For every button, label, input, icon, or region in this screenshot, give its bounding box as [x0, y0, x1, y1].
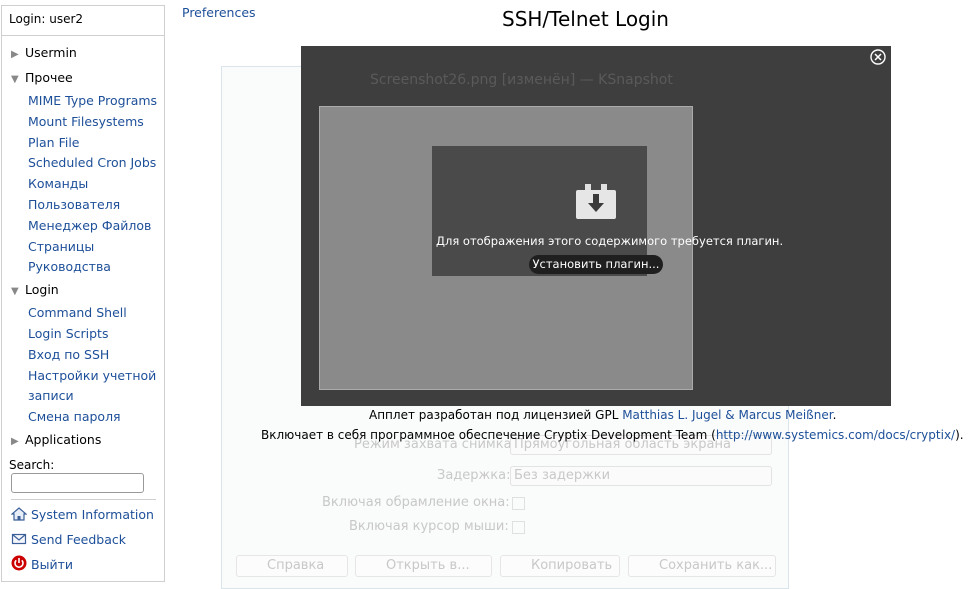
ghost-include-cursor-label: Включая курсор мыши: — [349, 519, 509, 534]
sidebar-item-commands[interactable]: Команды — [28, 174, 88, 195]
sidebar-item-plan-file[interactable]: Plan File — [28, 133, 79, 154]
page-title: SSH/Telnet Login — [502, 7, 669, 31]
link-label: System Information — [31, 507, 154, 522]
sidebar-item-mime-type-programs[interactable]: MIME Type Programs — [28, 91, 157, 112]
triangle-right-icon: ▶ — [11, 436, 19, 447]
sidebar-item-file-manager[interactable]: Менеджер Файлов — [28, 216, 151, 237]
sidebar-item-pages[interactable]: Страницы — [28, 237, 94, 258]
category-label: Applications — [25, 432, 102, 447]
close-circle-icon[interactable] — [870, 49, 886, 65]
triangle-right-icon: ▶ — [11, 49, 19, 60]
category-applications[interactable]: ▶ Applications — [11, 431, 101, 449]
install-plugin-button[interactable]: Установить плагин... — [529, 255, 663, 274]
envelope-icon — [11, 532, 27, 546]
sidebar-item-login-scripts[interactable]: Login Scripts — [28, 324, 108, 345]
system-information-link[interactable]: System Information — [10, 505, 154, 525]
sidebar-item-command-shell[interactable]: Command Shell — [28, 303, 127, 324]
sidebar-item-change-password[interactable]: Смена пароля — [28, 407, 121, 428]
category-label: Прочее — [25, 70, 73, 85]
divider — [11, 499, 156, 500]
category-label: Login — [25, 282, 59, 297]
category-login[interactable]: ▼ Login — [11, 281, 59, 299]
ghost-delay-label: Задержка: — [437, 468, 511, 483]
ghost-save-as-button: Сохранить как... — [628, 555, 776, 577]
house-icon — [10, 507, 28, 521]
category-usermin[interactable]: ▶ Usermin — [11, 44, 77, 62]
cryptix-link[interactable]: http://www.systemics.com/docs/cryptix/ — [716, 428, 955, 442]
ghost-include-border-label: Включая обрамление окна: — [322, 495, 510, 510]
search-input[interactable] — [11, 473, 144, 493]
sidebar-item-account-settings-cont[interactable]: записи — [28, 386, 74, 407]
ghost-copy-button: Копировать — [500, 555, 620, 577]
ghost-help-button: Справка — [236, 555, 348, 577]
logout-link[interactable]: Выйти — [11, 555, 73, 575]
link-label: Выйти — [31, 557, 73, 572]
authors-link[interactable]: Matthias L. Jugel & Marcus Meißner — [622, 408, 832, 422]
sidebar: Login: user2 ▶ Usermin ▼ Прочее MIME Type … — [1, 5, 165, 582]
triangle-down-icon: ▼ — [11, 74, 19, 85]
sidebar-item-user[interactable]: Пользователя — [28, 195, 120, 216]
category-label: Usermin — [25, 45, 77, 60]
sidebar-item-account-settings[interactable]: Настройки учетной — [28, 366, 156, 387]
credit-line-2: Включает в себя программное обеспечение … — [261, 428, 964, 442]
sidebar-item-manuals[interactable]: Руководства — [28, 257, 111, 278]
credit-text: Включает в себя программное обеспечение … — [261, 428, 716, 442]
sidebar-item-ssh-login[interactable]: Вход по SSH — [28, 345, 109, 366]
ghost-window-title: Screenshot26.png [изменён] — KSnapshot — [370, 72, 673, 88]
ghost-include-cursor-checkbox — [512, 521, 525, 534]
power-icon — [11, 555, 27, 571]
credit-line-1: Апплет разработан под лицензией GPL Matt… — [369, 408, 836, 422]
triangle-down-icon: ▼ — [11, 286, 19, 297]
sidebar-item-mount-filesystems[interactable]: Mount Filesystems — [28, 112, 144, 133]
send-feedback-link[interactable]: Send Feedback — [11, 530, 126, 550]
link-label: Send Feedback — [31, 532, 126, 547]
credit-text: Апплет разработан под лицензией GPL — [369, 408, 623, 422]
ghost-open-with-button: Открыть в... — [355, 555, 492, 577]
divider — [2, 35, 164, 36]
credit-text: ). — [955, 428, 964, 442]
preferences-link[interactable]: Preferences — [182, 5, 256, 20]
ghost-delay-select: Без задержки — [510, 466, 772, 486]
credit-text: . — [832, 408, 837, 422]
sidebar-item-scheduled-cron-jobs[interactable]: Scheduled Cron Jobs — [28, 153, 156, 174]
login-user-text: Login: user2 — [9, 12, 84, 26]
plugin-required-message: Для отображения этого содержимого требуе… — [436, 234, 784, 248]
download-plugin-icon — [575, 184, 617, 220]
category-other[interactable]: ▼ Прочее — [11, 69, 73, 87]
search-label: Search: — [9, 458, 55, 472]
ghost-include-border-checkbox — [512, 497, 525, 510]
